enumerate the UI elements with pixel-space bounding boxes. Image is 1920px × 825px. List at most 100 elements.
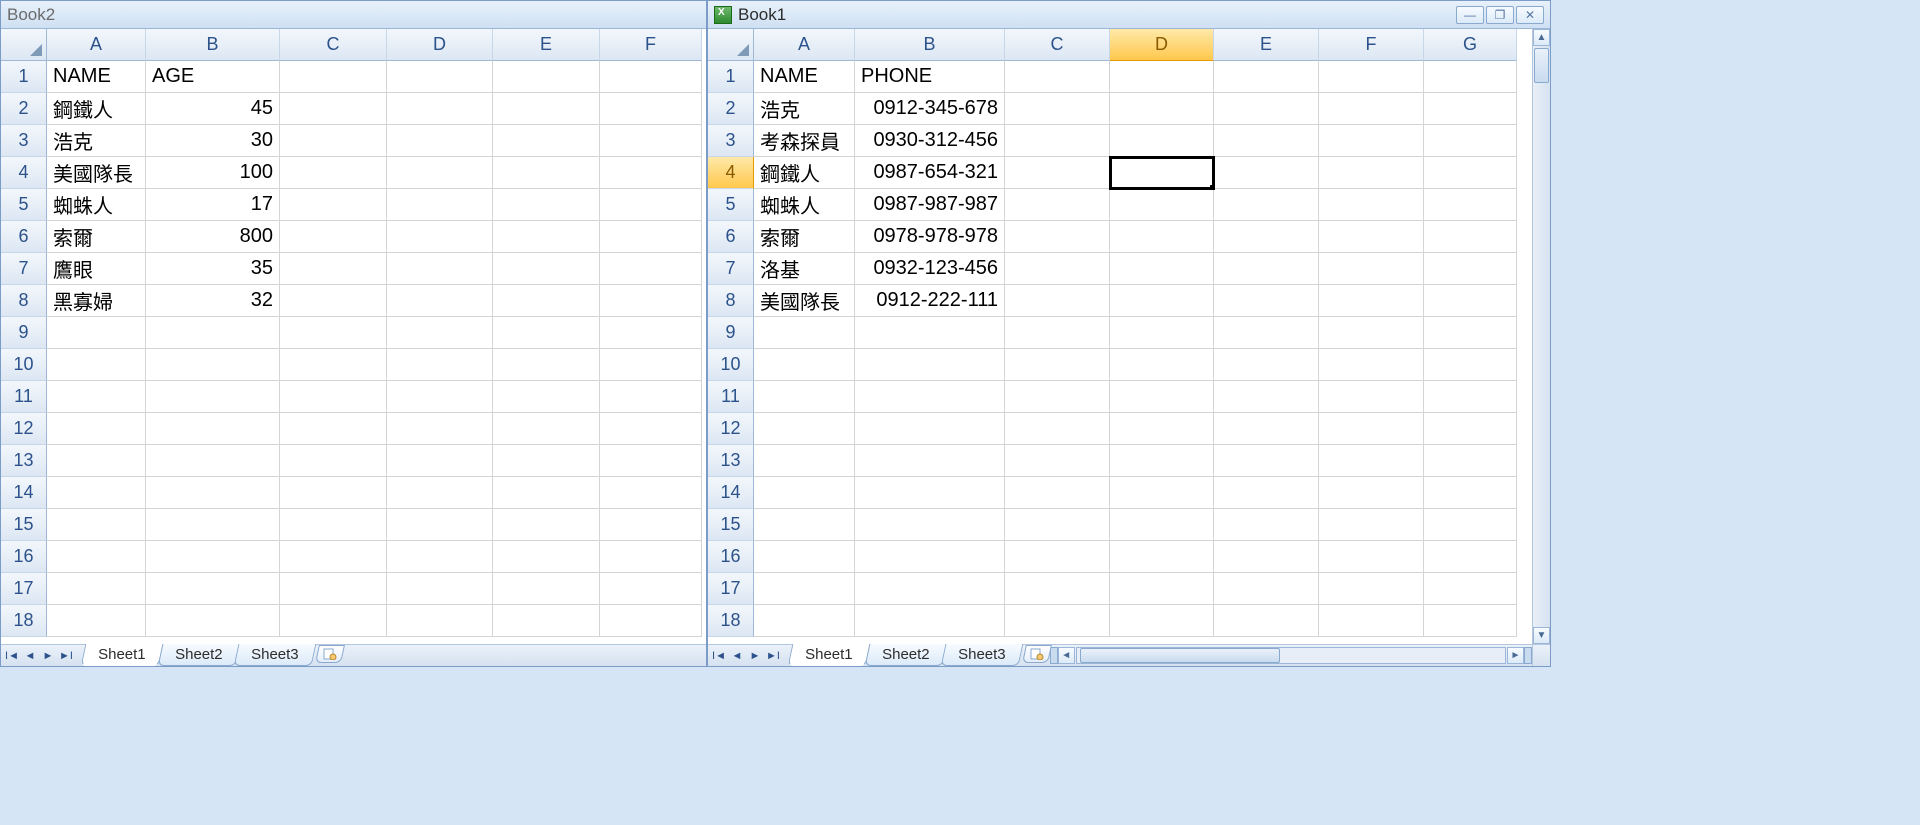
row-header-16[interactable]: 16 [1,541,47,573]
cell-D18[interactable] [387,605,493,637]
cell-B2[interactable]: 45 [146,93,280,125]
cell-E13[interactable] [1214,445,1319,477]
cell-E15[interactable] [1214,509,1319,541]
sheet-nav-next-icon[interactable]: ► [746,647,764,665]
cell-E11[interactable] [1214,381,1319,413]
cell-B12[interactable] [146,413,280,445]
cell-B7[interactable]: 0932-123-456 [855,253,1005,285]
cell-D15[interactable] [1110,509,1214,541]
cell-A2[interactable]: 浩克 [754,93,855,125]
row-header-4[interactable]: 4 [708,157,754,189]
row-header-7[interactable]: 7 [1,253,47,285]
hscroll-splitter-right[interactable] [1524,647,1532,664]
row-header-5[interactable]: 5 [1,189,47,221]
cell-B6[interactable]: 800 [146,221,280,253]
sheet-tab-sheet2[interactable]: Sheet2 [157,644,239,666]
cell-A13[interactable] [47,445,146,477]
cell-F15[interactable] [600,509,702,541]
cell-D18[interactable] [1110,605,1214,637]
sheet-nav-prev-icon[interactable]: ◄ [728,647,746,665]
cell-E11[interactable] [493,381,600,413]
cell-C13[interactable] [1005,445,1110,477]
scroll-left-icon[interactable]: ◄ [1058,647,1075,664]
cell-D14[interactable] [1110,477,1214,509]
cell-D13[interactable] [387,445,493,477]
column-header-E[interactable]: E [1214,29,1319,61]
cell-C15[interactable] [1005,509,1110,541]
cell-G15[interactable] [1424,509,1517,541]
cell-C2[interactable] [1005,93,1110,125]
cell-E14[interactable] [493,477,600,509]
cell-A14[interactable] [47,477,146,509]
cell-F5[interactable] [600,189,702,221]
cell-A3[interactable]: 考森探員 [754,125,855,157]
cell-A7[interactable]: 鷹眼 [47,253,146,285]
cell-E12[interactable] [493,413,600,445]
cell-E6[interactable] [1214,221,1319,253]
cell-B8[interactable]: 0912-222-111 [855,285,1005,317]
cell-C8[interactable] [280,285,387,317]
cell-F13[interactable] [600,445,702,477]
cell-C5[interactable] [1005,189,1110,221]
cell-A3[interactable]: 浩克 [47,125,146,157]
cell-E17[interactable] [493,573,600,605]
close-button[interactable]: ✕ [1516,6,1544,24]
maximize-button[interactable]: ❐ [1486,6,1514,24]
cell-G16[interactable] [1424,541,1517,573]
cell-D1[interactable] [387,61,493,93]
cell-B6[interactable]: 0978-978-978 [855,221,1005,253]
cell-C9[interactable] [280,317,387,349]
cell-E3[interactable] [493,125,600,157]
cell-F8[interactable] [600,285,702,317]
row-header-11[interactable]: 11 [708,381,754,413]
cell-F9[interactable] [1319,317,1424,349]
row-header-13[interactable]: 13 [708,445,754,477]
column-header-D[interactable]: D [1110,29,1214,61]
sheet-nav-first-icon[interactable]: I◄ [710,647,728,665]
new-sheet-button[interactable] [1022,645,1052,663]
cell-E6[interactable] [493,221,600,253]
cell-F7[interactable] [600,253,702,285]
cell-C14[interactable] [1005,477,1110,509]
cell-F16[interactable] [1319,541,1424,573]
cell-F12[interactable] [1319,413,1424,445]
cell-E4[interactable] [1214,157,1319,189]
cell-B15[interactable] [855,509,1005,541]
cell-A17[interactable] [47,573,146,605]
cell-B5[interactable]: 17 [146,189,280,221]
cell-B3[interactable]: 0930-312-456 [855,125,1005,157]
cell-F16[interactable] [600,541,702,573]
cell-C1[interactable] [280,61,387,93]
cell-A9[interactable] [754,317,855,349]
cell-B11[interactable] [855,381,1005,413]
scroll-right-icon[interactable]: ► [1507,647,1524,664]
row-header-3[interactable]: 3 [1,125,47,157]
cell-D9[interactable] [387,317,493,349]
cell-A6[interactable]: 索爾 [47,221,146,253]
cell-E14[interactable] [1214,477,1319,509]
row-header-8[interactable]: 8 [708,285,754,317]
row-header-10[interactable]: 10 [708,349,754,381]
cell-D12[interactable] [1110,413,1214,445]
cell-D16[interactable] [1110,541,1214,573]
cell-D8[interactable] [1110,285,1214,317]
cell-C3[interactable] [280,125,387,157]
cell-A8[interactable]: 黑寡婦 [47,285,146,317]
row-header-6[interactable]: 6 [1,221,47,253]
cell-G1[interactable] [1424,61,1517,93]
cell-C16[interactable] [280,541,387,573]
row-header-16[interactable]: 16 [708,541,754,573]
cell-B3[interactable]: 30 [146,125,280,157]
cell-F14[interactable] [1319,477,1424,509]
cell-D2[interactable] [387,93,493,125]
cell-E4[interactable] [493,157,600,189]
cell-E2[interactable] [493,93,600,125]
cell-E2[interactable] [1214,93,1319,125]
cell-D8[interactable] [387,285,493,317]
cell-A5[interactable]: 蜘蛛人 [754,189,855,221]
cell-D17[interactable] [1110,573,1214,605]
cell-A16[interactable] [47,541,146,573]
cell-D2[interactable] [1110,93,1214,125]
column-header-F[interactable]: F [600,29,702,61]
cell-B11[interactable] [146,381,280,413]
